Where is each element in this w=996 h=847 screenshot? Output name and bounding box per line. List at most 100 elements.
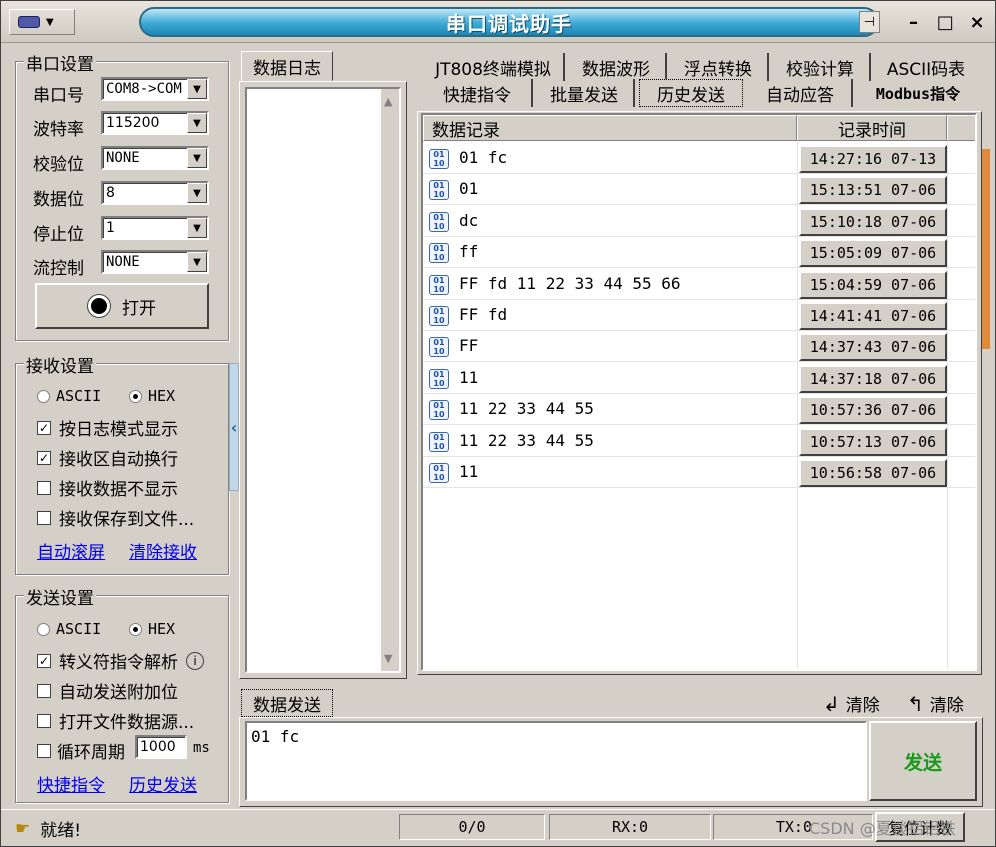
row-time-button[interactable]: 10:57:13 07-06 (799, 427, 947, 456)
open-port-button[interactable]: 打开 (35, 283, 209, 329)
scroll-up-icon[interactable]: ▲ (384, 95, 392, 108)
tab-jt808[interactable]: JT808终端模拟 (423, 53, 565, 81)
chevron-down-icon[interactable]: ▼ (187, 148, 207, 168)
row-time-button[interactable]: 15:05:09 07-06 (799, 239, 947, 268)
binary-data-icon: 01 10 (429, 368, 449, 389)
tab-data-send[interactable]: 数据发送 (241, 689, 333, 717)
auto-wrap-label: 接收区自动换行 (59, 450, 178, 470)
panel-collapse-handle[interactable]: ‹ (229, 363, 239, 491)
row-time-button[interactable]: 14:37:43 07-06 (799, 333, 947, 362)
baud-label: 波特率 (33, 120, 84, 140)
table-row[interactable]: 01 10 FF fd 11 22 33 44 55 66 15:04:59 07-0… (423, 269, 975, 300)
table-row[interactable]: 01 10 11 22 33 44 55 10:57:36 07-06 (423, 394, 975, 426)
maximize-button[interactable]: □ (931, 10, 959, 34)
column-header-time-label: 记录时间 (838, 120, 906, 141)
send-textarea[interactable]: 01 fc (245, 721, 867, 801)
minimize-button[interactable]: – (900, 10, 928, 34)
file-source-checkbox[interactable]: 打开文件数据源... (37, 708, 194, 733)
checkbox-empty (37, 510, 51, 525)
chevron-down-icon[interactable]: ▼ (187, 183, 207, 203)
table-row[interactable]: 01 10 01 15:13:51 07-06 (423, 174, 975, 206)
binary-data-icon: 01 10 (429, 400, 449, 421)
table-row[interactable]: 01 10 11 22 33 44 55 10:57:13 07-06 (423, 426, 975, 457)
log-mode-checkbox[interactable]: ✓ 按日志模式显示 (37, 415, 178, 440)
checkbox-empty (37, 480, 51, 495)
baud-select[interactable]: 115200 ▼ (101, 111, 209, 135)
checkbox-empty (37, 713, 51, 728)
cycle-input[interactable]: 1000 (135, 735, 187, 759)
escape-checkbox[interactable]: ✓ 转义符指令解析 i (37, 648, 204, 673)
chevron-down-icon[interactable]: ▼ (187, 79, 207, 99)
hide-data-checkbox[interactable]: 接收数据不显示 (37, 475, 178, 500)
tab-batch-send[interactable]: 批量发送 (535, 79, 635, 107)
row-time-button[interactable]: 15:10:18 07-06 (799, 207, 947, 236)
send-button[interactable]: 发送 (869, 721, 977, 801)
row-data: FF fd 11 22 33 44 55 66 (459, 273, 681, 293)
pin-icon[interactable]: ⊣ (859, 11, 880, 33)
row-data: 11 (459, 462, 479, 481)
stopbits-select[interactable]: 1 ▼ (101, 216, 209, 240)
chevron-down-icon[interactable]: ▼ (187, 218, 207, 238)
table-row[interactable]: 01 10 FF 14:37:43 07-06 (423, 331, 975, 363)
databits-select[interactable]: 8 ▼ (101, 181, 209, 205)
cycle-checkbox[interactable]: 循环周期 (37, 738, 125, 763)
table-row[interactable]: 01 10 ff 15:05:09 07-06 (423, 237, 975, 269)
log-scrollbar[interactable]: ▲ ▼ (381, 89, 399, 671)
escape-label: 转义符指令解析 (59, 653, 178, 673)
send-hex-radio[interactable]: HEX (129, 620, 175, 638)
row-time-button[interactable]: 10:56:58 07-06 (799, 459, 947, 487)
binary-data-icon: 01 10 (429, 306, 449, 326)
table-row[interactable]: 01 10 FF fd 14:41:41 07-06 (423, 300, 975, 331)
flow-value: NONE (106, 254, 140, 270)
flow-select[interactable]: NONE ▼ (101, 250, 209, 274)
row-time-button[interactable]: 15:04:59 07-06 (799, 270, 947, 299)
tab-shortcuts[interactable]: 快捷指令 (423, 79, 533, 107)
append-label: 自动发送附加位 (59, 683, 178, 703)
row-time-button[interactable]: 14:27:16 07-13 (799, 145, 947, 173)
table-row[interactable]: 01 10 dc 15:10:18 07-06 (423, 206, 975, 237)
chevron-down-icon[interactable]: ▼ (187, 113, 207, 133)
tab-waveform[interactable]: 数据波形 (567, 53, 667, 81)
row-time-button[interactable]: 10:57:36 07-06 (799, 396, 947, 425)
row-time-button[interactable]: 14:41:41 07-06 (799, 302, 947, 330)
append-checkbox[interactable]: 自动发送附加位 (37, 678, 178, 703)
auto-scroll-link[interactable]: 自动滚屏 (37, 538, 105, 563)
clear-history-button[interactable]: ↰ 清除 (907, 691, 964, 717)
log-textarea[interactable]: ▲ ▼ (245, 87, 401, 673)
tab-data-log[interactable]: 数据日志 (241, 51, 333, 81)
clear-receive-link[interactable]: 清除接收 (129, 538, 197, 563)
system-menu-button[interactable]: ▼ (9, 9, 75, 35)
auto-wrap-checkbox[interactable]: ✓ 接收区自动换行 (37, 445, 178, 470)
receive-hex-radio[interactable]: HEX (129, 387, 175, 405)
parity-select[interactable]: NONE ▼ (101, 146, 209, 170)
column-header-data[interactable]: 数据记录 (423, 115, 797, 141)
tab-checksum[interactable]: 校验计算 (771, 53, 871, 81)
tab-modbus[interactable]: Modbus指令 (857, 79, 979, 107)
table-row[interactable]: 01 10 11 10:56:58 07-06 (423, 457, 975, 488)
info-icon[interactable]: i (186, 651, 204, 670)
tab-float-convert[interactable]: 浮点转换 (669, 53, 769, 81)
scroll-down-icon[interactable]: ▼ (384, 652, 392, 665)
chevron-down-icon[interactable]: ▼ (187, 252, 207, 272)
shortcut-link[interactable]: 快捷指令 (37, 771, 105, 796)
row-time-button[interactable]: 14:37:18 07-06 (799, 364, 947, 393)
cycle-label: 循环周期 (57, 743, 125, 763)
clear-send-button[interactable]: ↲ 清除 (823, 691, 880, 717)
history-link[interactable]: 历史发送 (129, 771, 197, 796)
tab-auto-reply[interactable]: 自动应答 (749, 79, 853, 107)
tab-history-send[interactable]: 历史发送 (639, 79, 743, 107)
save-file-checkbox[interactable]: 接收保存到文件... (37, 505, 194, 530)
send-ascii-radio[interactable]: ASCII (37, 620, 101, 638)
pointing-hand-icon: ☛ (15, 818, 31, 839)
port-select[interactable]: COM8->COM ▼ (101, 77, 209, 101)
table-row[interactable]: 01 10 01 fc 14:27:16 07-13 (423, 143, 975, 174)
power-icon (88, 295, 110, 317)
receive-ascii-radio[interactable]: ASCII (37, 387, 101, 405)
clear-arrow-icon: ↲ (823, 691, 840, 716)
databits-value: 8 (106, 185, 115, 201)
close-button[interactable]: × (963, 10, 991, 34)
column-header-time[interactable]: 记录时间 (797, 115, 947, 141)
table-row[interactable]: 01 10 11 14:37:18 07-06 (423, 363, 975, 394)
row-time-button[interactable]: 15:13:51 07-06 (799, 176, 947, 205)
tab-ascii-table[interactable]: ASCII码表 (873, 53, 979, 81)
